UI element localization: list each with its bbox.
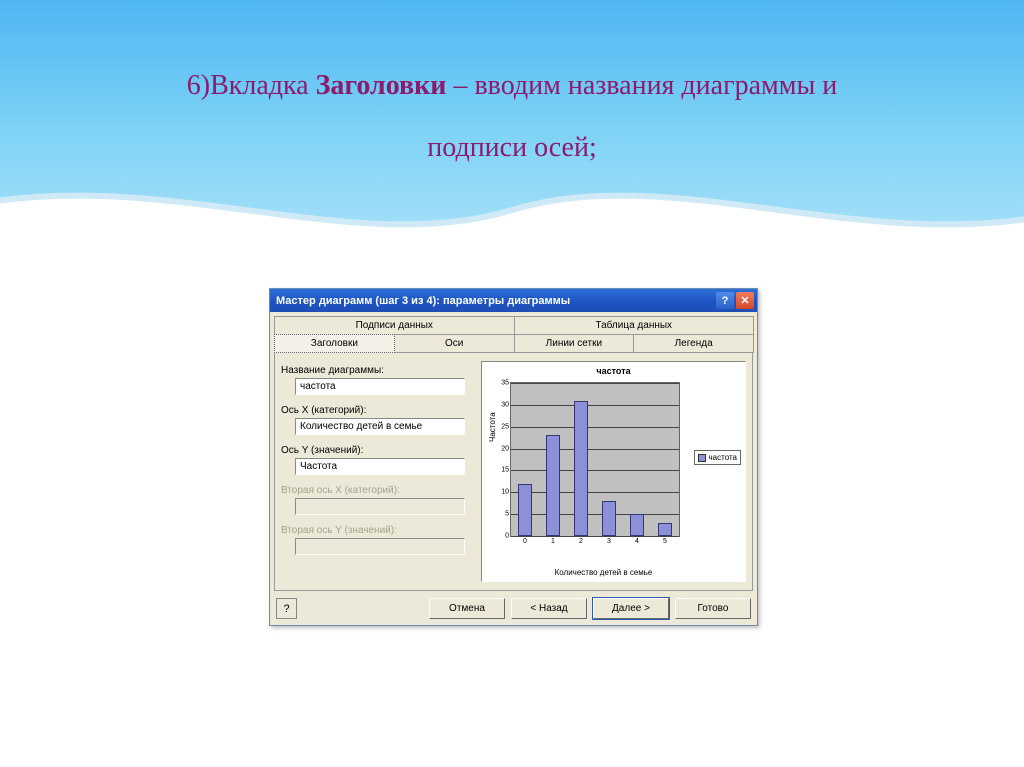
gridline bbox=[511, 536, 679, 537]
chart-preview: частота Частота 05101520253035012345 час… bbox=[481, 361, 746, 582]
tab-data-labels[interactable]: Подписи данных bbox=[274, 316, 515, 334]
back-button[interactable]: < Назад bbox=[511, 598, 587, 619]
tab-panel: Название диаграммы: Ось X (категорий): О… bbox=[274, 353, 753, 591]
form-column: Название диаграммы: Ось X (категорий): О… bbox=[281, 361, 473, 582]
next-button[interactable]: Далее > bbox=[593, 598, 669, 619]
y-tick: 5 bbox=[505, 511, 509, 518]
y-tick: 25 bbox=[501, 423, 509, 430]
x2-axis-label: Вторая ось X (категорий): bbox=[281, 485, 473, 496]
help-icon: ? bbox=[722, 295, 729, 307]
gridline bbox=[511, 427, 679, 428]
button-row: ? Отмена < Назад Далее > Готово bbox=[276, 598, 751, 619]
chart-wizard-dialog: Мастер диаграмм (шаг 3 из 4): параметры … bbox=[269, 288, 758, 626]
chart-legend: частота bbox=[694, 450, 742, 465]
title-prefix: 6)Вкладка bbox=[187, 70, 316, 101]
bar bbox=[518, 484, 532, 536]
y-axis-label: Ось Y (значений): bbox=[281, 445, 473, 456]
gridline bbox=[511, 405, 679, 406]
x-tick: 2 bbox=[579, 538, 583, 545]
y-tick: 20 bbox=[501, 445, 509, 452]
gridline bbox=[511, 470, 679, 471]
tab-axes[interactable]: Оси bbox=[394, 334, 515, 353]
bar bbox=[630, 514, 644, 536]
legend-label: частота bbox=[709, 453, 738, 462]
x-axis-input[interactable] bbox=[295, 418, 465, 435]
y-tick: 10 bbox=[501, 489, 509, 496]
title-suffix1: – вводим названия диаграммы и bbox=[446, 70, 837, 101]
x-tick: 0 bbox=[523, 538, 527, 545]
x-tick: 5 bbox=[663, 538, 667, 545]
plot-area: 05101520253035012345 bbox=[510, 382, 680, 537]
gridline bbox=[511, 383, 679, 384]
titlebar[interactable]: Мастер диаграмм (шаг 3 из 4): параметры … bbox=[270, 289, 757, 312]
gridline bbox=[511, 449, 679, 450]
bar bbox=[574, 401, 588, 537]
help-icon: ? bbox=[283, 603, 289, 615]
x2-axis-input bbox=[295, 498, 465, 515]
bar bbox=[602, 501, 616, 536]
bar bbox=[658, 523, 672, 536]
legend-swatch bbox=[698, 454, 706, 462]
y-tick: 0 bbox=[505, 533, 509, 540]
dialog-help-button[interactable]: ? bbox=[276, 598, 297, 619]
titlebar-text: Мастер диаграмм (шаг 3 из 4): параметры … bbox=[276, 295, 570, 307]
tab-data-table[interactable]: Таблица данных bbox=[514, 316, 755, 334]
cancel-button[interactable]: Отмена bbox=[429, 598, 505, 619]
slide-title: 6)Вкладка Заголовки – вводим названия ди… bbox=[0, 55, 1024, 178]
title-line2: подписи осей; bbox=[427, 132, 596, 163]
y-axis-input[interactable] bbox=[295, 458, 465, 475]
x-tick: 3 bbox=[607, 538, 611, 545]
tab-gridlines[interactable]: Линии сетки bbox=[514, 334, 635, 353]
finish-button[interactable]: Готово bbox=[675, 598, 751, 619]
chart-preview-title: частота bbox=[484, 366, 743, 376]
bar bbox=[546, 435, 560, 536]
title-bold: Заголовки bbox=[316, 70, 447, 101]
close-icon: ✕ bbox=[740, 294, 749, 307]
y2-axis-input bbox=[295, 538, 465, 555]
x-axis-label: Ось X (категорий): bbox=[281, 405, 473, 416]
tab-titles[interactable]: Заголовки bbox=[274, 334, 395, 353]
y-axis-title: Частота bbox=[488, 412, 497, 442]
chart-title-label: Название диаграммы: bbox=[281, 365, 473, 376]
x-tick: 1 bbox=[551, 538, 555, 545]
x-tick: 4 bbox=[635, 538, 639, 545]
y2-axis-label: Вторая ось Y (значений): bbox=[281, 525, 473, 536]
gridline bbox=[511, 492, 679, 493]
chart-title-input[interactable] bbox=[295, 378, 465, 395]
y-tick: 15 bbox=[501, 467, 509, 474]
gridline bbox=[511, 514, 679, 515]
y-tick: 30 bbox=[501, 401, 509, 408]
x-axis-title: Количество детей в семье bbox=[522, 568, 685, 577]
help-button[interactable]: ? bbox=[716, 292, 734, 309]
tab-legend[interactable]: Легенда bbox=[633, 334, 754, 353]
y-tick: 35 bbox=[501, 380, 509, 387]
close-button[interactable]: ✕ bbox=[736, 292, 754, 309]
